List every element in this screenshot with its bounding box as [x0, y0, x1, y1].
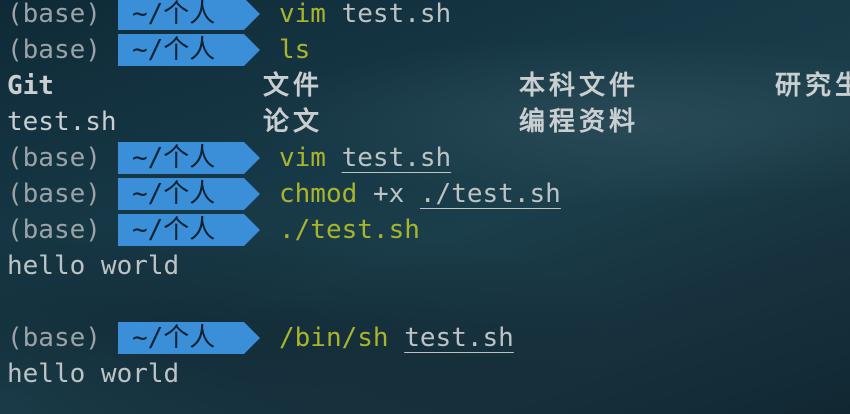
command-text: ./test.sh	[279, 212, 420, 248]
prompt-arrow-icon	[244, 214, 260, 246]
prompt-arrow-icon	[244, 178, 260, 210]
command-name: /bin/sh	[279, 323, 389, 353]
terminal-line: (base) ~/个人 ./test.sh	[0, 212, 420, 248]
command-args: test.sh	[341, 143, 452, 173]
conda-env-label: (base)	[7, 179, 101, 209]
command-text: vim test.sh	[279, 140, 451, 176]
terminal-line: hello world	[0, 248, 179, 284]
terminal-line: hello world	[0, 356, 179, 392]
command-name: vim	[279, 143, 326, 173]
ls-entry: 研究生	[775, 71, 850, 101]
prompt-directory-segment: ~/个人	[118, 0, 244, 30]
terminal-line: (base) ~/个人 ls	[0, 32, 310, 68]
command-args: ./test.sh	[419, 179, 561, 209]
command-output: hello world	[7, 359, 180, 389]
ls-entry: 文件	[263, 71, 324, 101]
ls-entry: 编程资料	[519, 107, 640, 137]
command-args: test.sh	[325, 0, 452, 29]
command-args: test.sh	[404, 323, 514, 353]
command-name: vim	[279, 0, 326, 29]
prompt-directory-segment: ~/个人	[118, 322, 244, 354]
command-name: ls	[279, 35, 311, 65]
terminal-window[interactable]: (base) ~/个人 vim test.sh (base) ~/个人 ls G…	[0, 0, 850, 414]
command-name: chmod	[279, 179, 358, 209]
conda-env-label: (base)	[7, 323, 101, 353]
prompt-directory-segment: ~/个人	[118, 142, 244, 174]
terminal-line: (base) ~/个人 /bin/sh test.sh	[0, 320, 514, 356]
prompt-arrow-icon	[244, 0, 260, 30]
conda-env-label: (base)	[7, 0, 101, 29]
ls-entry: test.sh	[7, 107, 117, 137]
prompt-arrow-icon	[244, 322, 260, 354]
ls-entry: 本科文件	[519, 71, 640, 101]
ls-output-row: Git 文件 本科文件 研究生	[0, 68, 850, 104]
ls-entry: 论文	[263, 107, 324, 137]
terminal-line: (base) ~/个人 vim test.sh	[0, 140, 451, 176]
prompt-arrow-icon	[244, 142, 260, 174]
prompt-directory-segment: ~/个人	[118, 178, 244, 210]
prompt-directory-segment: ~/个人	[118, 34, 244, 66]
command-text: vim test.sh	[279, 0, 451, 32]
conda-env-label: (base)	[7, 215, 101, 245]
command-flag: +x	[372, 179, 405, 209]
command-output: hello world	[7, 251, 180, 281]
command-name: ./test.sh	[279, 215, 420, 245]
conda-env-label: (base)	[7, 35, 101, 65]
conda-env-label: (base)	[7, 143, 101, 173]
prompt-arrow-icon	[244, 34, 260, 66]
command-text: ls	[279, 32, 310, 68]
prompt-directory-segment: ~/个人	[118, 214, 244, 246]
terminal-line: (base) ~/个人 vim test.sh	[0, 0, 451, 32]
ls-output-row: test.sh 论文 编程资料	[0, 104, 850, 140]
ls-entry: Git	[7, 71, 54, 101]
command-text: /bin/sh test.sh	[279, 320, 514, 356]
command-text: chmod +x ./test.sh	[279, 176, 561, 212]
terminal-line: (base) ~/个人 chmod +x ./test.sh	[0, 176, 561, 212]
